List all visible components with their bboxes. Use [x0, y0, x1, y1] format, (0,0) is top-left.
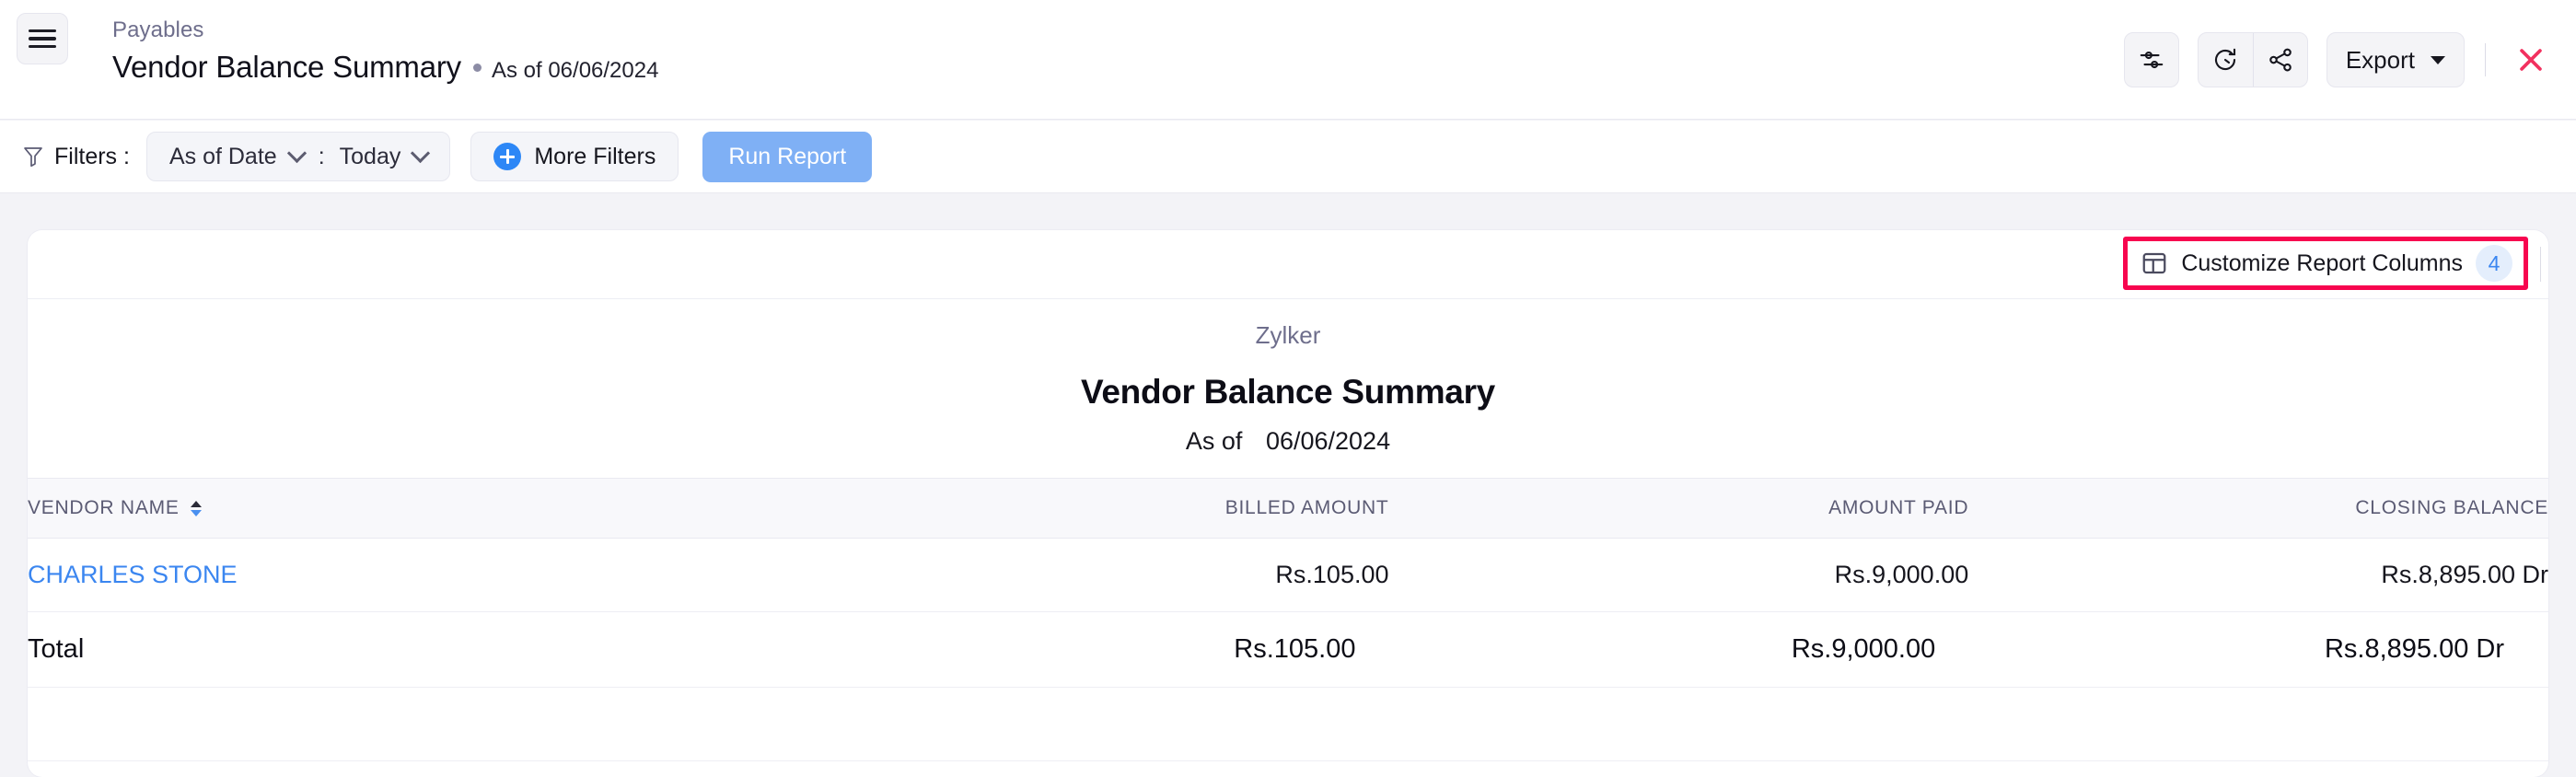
filter-separator: :	[318, 143, 325, 169]
sort-toggle-icon[interactable]	[190, 500, 202, 516]
cell-total-closing: Rs.8,895.00 Dr	[1968, 611, 2548, 688]
cell-total-label: Total	[28, 611, 809, 688]
report-title: Vendor Balance Summary	[1081, 373, 1495, 411]
page-title: Vendor Balance Summary	[112, 50, 461, 84]
breadcrumb: Payables	[112, 17, 204, 42]
report-page: Payables Vendor Balance Summary As of 06…	[0, 0, 2576, 777]
report-asof-label: As of	[1185, 427, 1243, 455]
filters-label-group: Filters :	[22, 144, 130, 170]
chevron-down-icon[interactable]	[286, 143, 307, 163]
report-table: VENDOR NAME BILLED AMOUNT AMOUNT PAID CL…	[28, 478, 2548, 761]
page-title-block: Payables Vendor Balance Summary As of 06…	[112, 17, 658, 86]
run-report-button[interactable]: Run Report	[702, 131, 873, 182]
filters-label: Filters :	[54, 143, 130, 169]
table-header-row: VENDOR NAME BILLED AMOUNT AMOUNT PAID CL…	[28, 478, 2548, 539]
table-row: CHARLES STONE Rs.105.00 Rs.9,000.00 Rs.8…	[28, 538, 2548, 612]
report-heading-block: Zylker Vendor Balance Summary As of 06/0…	[28, 299, 2548, 456]
filter-field-label: As of Date	[168, 143, 277, 169]
column-header-billed-amount[interactable]: BILLED AMOUNT	[808, 478, 1389, 539]
cell-amount-paid: Rs.9,000.00	[1388, 538, 1969, 612]
chevron-down-icon	[2431, 55, 2445, 64]
report-table-body: CHARLES STONE Rs.105.00 Rs.9,000.00 Rs.8…	[28, 538, 2548, 761]
filter-value-label: Today	[339, 143, 401, 169]
column-header-vendor-name-label: VENDOR NAME	[28, 497, 180, 518]
title-asof-text: As of 06/06/2024	[491, 58, 659, 83]
vendor-name-link[interactable]: CHARLES STONE	[28, 561, 238, 588]
as-of-date-filter[interactable]: As of Date : Today	[145, 132, 451, 181]
report-card-toolbar: Group By : None Customize Report Columns…	[28, 230, 2548, 299]
table-spacer-cell	[28, 687, 2548, 761]
card-toolbar-divider	[2540, 247, 2541, 282]
customize-report-columns-highlight: Customize Report Columns 4	[2123, 237, 2528, 290]
hamburger-menu-icon[interactable]	[17, 13, 68, 64]
share-nodes-icon[interactable]	[2252, 33, 2307, 87]
customize-columns-count-badge: 4	[2476, 245, 2512, 282]
customize-report-columns-label: Customize Report Columns	[2181, 249, 2463, 276]
cell-closing-balance: Rs.8,895.00 Dr	[1968, 538, 2548, 612]
top-header-bar: Payables Vendor Balance Summary As of 06…	[0, 0, 2576, 120]
report-table-head: VENDOR NAME BILLED AMOUNT AMOUNT PAID CL…	[28, 478, 2548, 539]
cell-billed-amount: Rs.105.00	[808, 538, 1389, 612]
more-filters-button[interactable]: More Filters	[470, 132, 679, 181]
funnel-icon	[24, 147, 42, 168]
refresh-clock-icon[interactable]	[2199, 33, 2253, 87]
export-button[interactable]: Export	[2326, 32, 2465, 87]
table-spacer-row	[28, 687, 2548, 761]
cell-total-paid: Rs.9,000.00	[1388, 611, 1969, 688]
report-asof-date: 06/06/2024	[1265, 427, 1391, 455]
column-header-amount-paid[interactable]: AMOUNT PAID	[1388, 478, 1969, 539]
title-separator-dot	[472, 64, 482, 72]
refresh-share-group	[2197, 32, 2308, 87]
sliders-icon[interactable]	[2123, 32, 2179, 87]
cell-vendor-name: CHARLES STONE	[28, 538, 809, 612]
customize-report-columns-button[interactable]: Customize Report Columns 4	[2128, 241, 2524, 285]
title-row: Vendor Balance Summary As of 06/06/2024	[112, 49, 658, 86]
hamburger-bars	[29, 25, 56, 53]
filter-bar: Filters : As of Date : Today More Filter…	[0, 121, 2576, 193]
report-card: Group By : None Customize Report Columns…	[28, 230, 2548, 777]
header-toolbar: Export	[2123, 0, 2576, 120]
plus-circle-icon	[493, 143, 522, 170]
column-header-vendor-name[interactable]: VENDOR NAME	[28, 478, 809, 539]
more-filters-label: More Filters	[534, 143, 656, 169]
organization-name: Zylker	[1255, 321, 1321, 349]
table-total-row: Total Rs.105.00 Rs.9,000.00 Rs.8,895.00 …	[28, 611, 2548, 688]
report-asof: As of 06/06/2024	[28, 427, 2548, 456]
toolbar-divider	[2485, 43, 2486, 76]
close-x-icon[interactable]	[2506, 35, 2556, 85]
cell-total-billed: Rs.105.00	[808, 611, 1389, 688]
chevron-down-icon[interactable]	[411, 143, 431, 163]
column-header-closing-balance[interactable]: CLOSING BALANCE	[1968, 478, 2548, 539]
export-label: Export	[2345, 45, 2415, 74]
columns-layout-icon	[2142, 252, 2166, 274]
